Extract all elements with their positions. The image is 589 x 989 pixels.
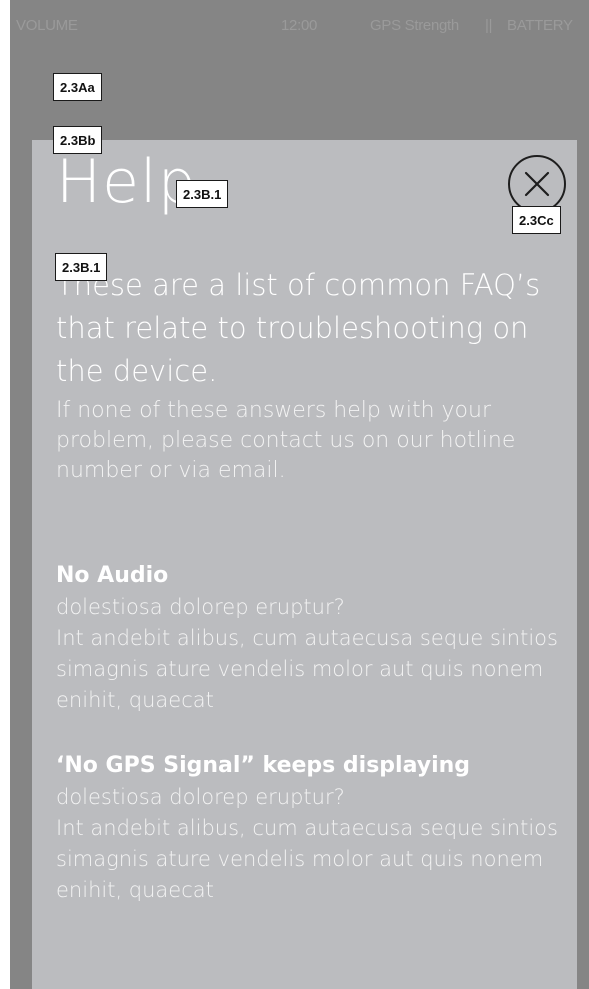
close-button[interactable]: [508, 155, 566, 213]
status-time: 12:00: [281, 17, 318, 34]
faq-answer: dolestiosa dolorep eruptur? Int andebit …: [56, 785, 558, 902]
annotation-label: 2.3B.1: [176, 180, 229, 208]
faq-question: No Audio: [56, 563, 169, 588]
status-battery: BATTERY: [507, 17, 573, 34]
close-icon: [524, 171, 550, 197]
help-panel: Help These are a list of common FAQ’s th…: [32, 140, 577, 989]
status-gps-strength: GPS Strength: [370, 17, 459, 34]
help-intro: These are a list of common FAQ’s that re…: [56, 268, 541, 388]
faq-item: No Audio dolestiosa dolorep eruptur? Int…: [56, 560, 571, 716]
faq-answer: dolestiosa dolorep eruptur? Int andebit …: [56, 595, 558, 712]
status-separator: ||: [485, 17, 493, 34]
faq-item: ‘No GPS Signal” keeps displaying dolesti…: [56, 750, 571, 906]
annotation-label: 2.3Aa: [53, 73, 102, 101]
annotation-label: 2.3Cc: [512, 206, 561, 234]
annotation-label: 2.3Bb: [53, 126, 103, 154]
help-contact-note: If none of these answers help with your …: [56, 398, 516, 483]
status-bar: VOLUME 12:00 GPS Strength || BATTERY: [10, 0, 589, 50]
faq-question: ‘No GPS Signal” keeps displaying: [56, 753, 471, 778]
status-volume: VOLUME: [16, 17, 78, 34]
annotation-label: 2.3B.1: [55, 253, 108, 281]
